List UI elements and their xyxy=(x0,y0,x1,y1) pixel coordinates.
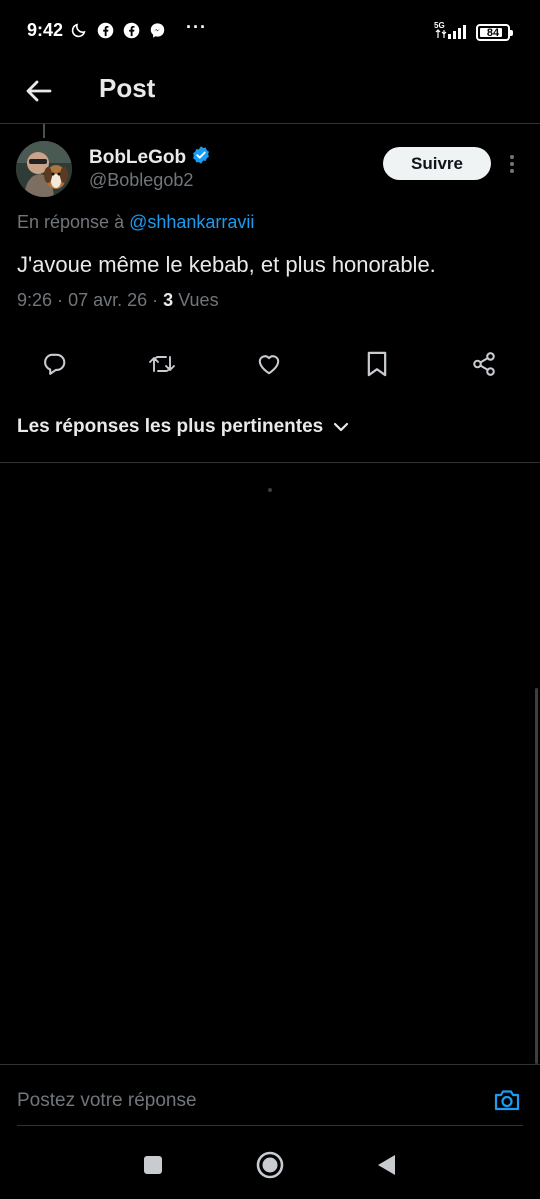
chevron-down-icon xyxy=(334,422,349,432)
views-count: 3 xyxy=(163,290,174,310)
status-system-icons: 5G 84 xyxy=(434,20,513,45)
sort-label: Les réponses les plus pertinentes xyxy=(17,416,324,437)
tweet-text: J'avoue même le kebab, et plus honorable… xyxy=(17,252,436,277)
messenger-icon xyxy=(148,21,166,39)
author-name[interactable]: BobLeGob xyxy=(89,145,211,171)
triangle-back-icon xyxy=(378,1155,395,1175)
author-handle[interactable]: @Boblegob2 xyxy=(89,170,193,191)
network-label: 5G xyxy=(434,21,445,30)
meta-separator: · xyxy=(152,290,159,310)
tweet-meta: 9:26 · 07 avr. 26 · 3 Vues xyxy=(17,290,219,311)
battery-icon: 84 xyxy=(476,24,513,41)
like-button[interactable] xyxy=(249,344,289,384)
battery-level: 84 xyxy=(486,26,500,39)
reply-context: En réponse à @shhankarravii xyxy=(17,212,254,233)
reply-mention-link[interactable]: @shhankarravii xyxy=(129,212,254,232)
verified-badge-icon xyxy=(191,145,211,171)
more-vertical-icon xyxy=(510,155,514,173)
status-time: 9:42 xyxy=(27,20,64,40)
share-button[interactable] xyxy=(464,344,504,384)
home-button[interactable] xyxy=(253,1148,287,1182)
tweet-date[interactable]: 07 avr. 26 xyxy=(68,290,147,310)
facebook-icon xyxy=(122,21,140,39)
facebook-icon xyxy=(96,21,114,39)
moon-icon xyxy=(70,21,88,39)
composer-divider xyxy=(0,1064,540,1065)
square-icon xyxy=(144,1156,162,1174)
status-notification-icons: ··· xyxy=(70,17,207,39)
meta-separator: · xyxy=(57,290,64,310)
camera-button[interactable] xyxy=(492,1086,522,1114)
arrow-left-icon xyxy=(26,80,52,102)
more-notifications-icon: ··· xyxy=(186,16,207,37)
tweet-time[interactable]: 9:26 xyxy=(17,290,52,310)
reply-icon xyxy=(44,353,66,375)
divider xyxy=(0,462,540,463)
like-icon xyxy=(258,355,280,375)
camera-icon xyxy=(494,1090,520,1111)
follow-button[interactable]: Suivre xyxy=(383,147,491,180)
scrollbar[interactable] xyxy=(535,688,538,1064)
reply-button[interactable] xyxy=(34,344,74,384)
back-button[interactable] xyxy=(22,74,56,108)
replies-sort-dropdown[interactable]: Les réponses les plus pertinentes xyxy=(17,416,349,438)
more-options-button[interactable] xyxy=(502,150,522,178)
reply-prefix: En réponse à xyxy=(17,212,125,232)
share-icon xyxy=(473,352,495,376)
author-name-text: BobLeGob xyxy=(89,147,187,168)
bookmark-button[interactable] xyxy=(357,344,397,384)
reply-input[interactable] xyxy=(17,1086,467,1116)
system-navigation-bar xyxy=(0,1130,540,1199)
page-title: Post xyxy=(99,73,156,103)
signal-icon: 5G xyxy=(434,20,468,45)
views-label: Vues xyxy=(178,290,219,310)
composer-underline xyxy=(17,1125,523,1126)
bookmark-icon xyxy=(367,351,387,377)
avatar[interactable] xyxy=(16,141,72,197)
retweet-icon xyxy=(149,356,175,372)
retweet-button[interactable] xyxy=(142,344,182,384)
top-app-bar: Post xyxy=(0,62,540,124)
back-nav-button[interactable] xyxy=(369,1148,403,1182)
recent-apps-button[interactable] xyxy=(136,1148,170,1182)
loading-indicator xyxy=(268,488,272,492)
status-bar: 9:42 ··· 5G 84 xyxy=(0,0,540,62)
home-circle-icon xyxy=(256,1151,284,1179)
tweet-actions xyxy=(0,344,540,384)
thread-connector xyxy=(43,124,45,138)
